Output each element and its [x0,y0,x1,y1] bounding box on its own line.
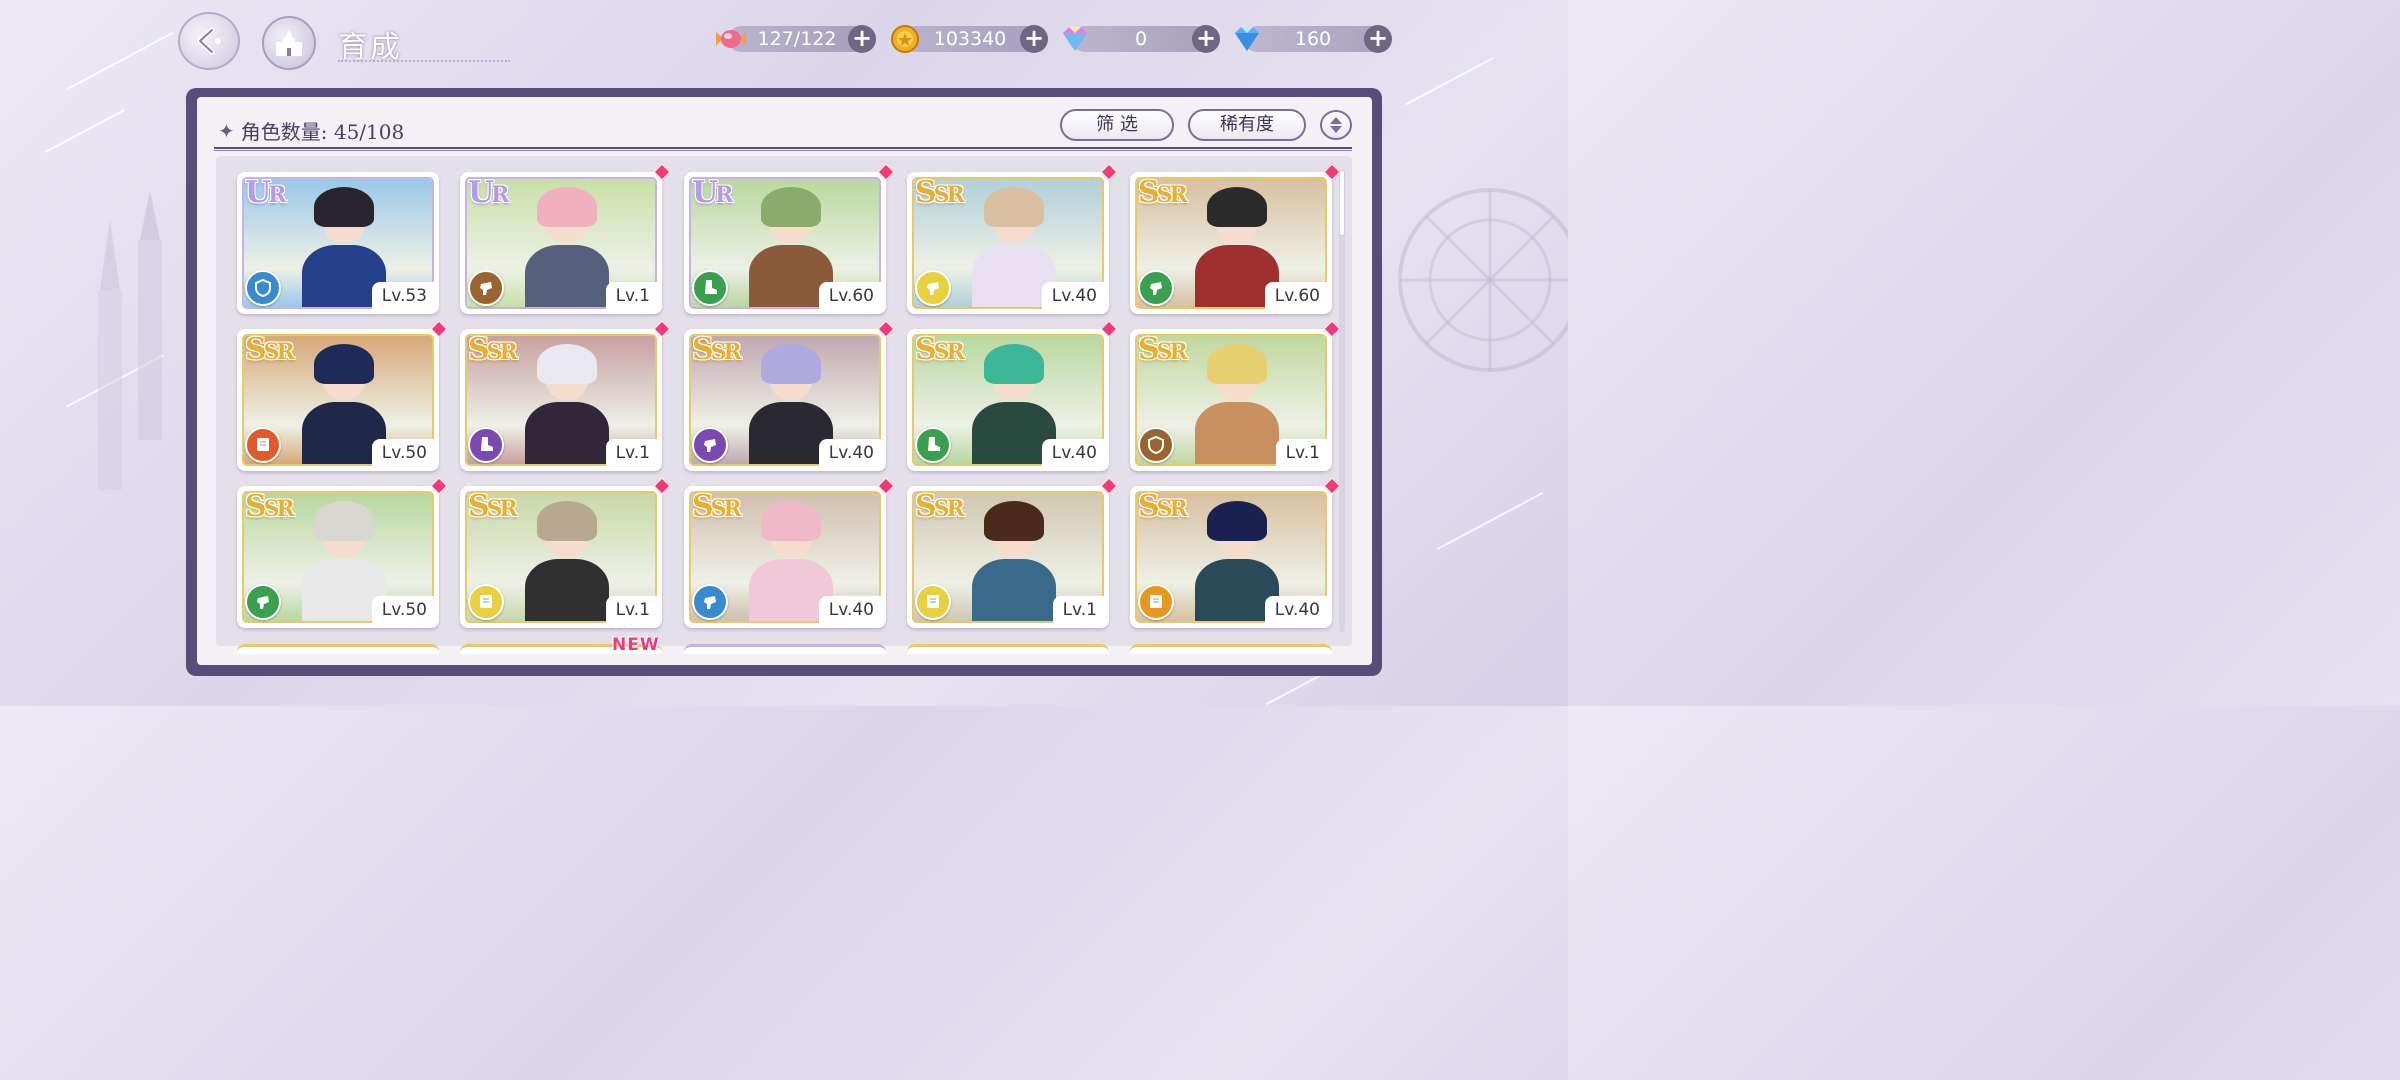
rarity-badge: SSR [915,175,965,210]
rarity-badge: SSR [245,489,295,524]
partial-card[interactable] [907,644,1109,654]
character-card[interactable]: UR Lv.60 [684,163,895,314]
fist-icon [692,427,728,463]
castle-icon [276,30,302,56]
sort-order-button[interactable] [1320,110,1352,140]
fist-icon [245,584,281,620]
new-badge: NEW [612,635,660,655]
scrollbar[interactable] [1339,170,1345,632]
rarity-badge: SSR [245,332,295,367]
level-label: Lv.40 [1041,282,1105,310]
level-label: Lv.40 [1041,439,1105,467]
shield-icon [1138,427,1174,463]
gold-coin-icon [888,22,922,56]
boot-icon [468,427,504,463]
character-card[interactable]: UR Lv.1 [460,163,671,314]
character-card[interactable]: SSR Lv.40 [907,163,1118,314]
level-label: Lv.50 [371,439,435,467]
level-label: Lv.1 [1275,439,1328,467]
character-card[interactable]: SSR Lv.60 [1130,163,1341,314]
character-card[interactable]: SSR Lv.40 [1130,477,1341,628]
level-label: Lv.1 [605,282,658,310]
rarity-badge: SSR [915,332,965,367]
rarity-badge: UR [692,175,734,210]
level-label: Lv.40 [1264,596,1328,624]
add-diamond-button[interactable]: + [1364,25,1392,53]
level-label: Lv.50 [371,596,435,624]
book-icon [245,427,281,463]
rarity-badge: SSR [468,332,518,367]
book-icon [468,584,504,620]
fist-icon [1138,270,1174,306]
currency-diamond: 160 + [1235,25,1392,53]
character-card[interactable]: SSR Lv.40 [907,320,1118,471]
level-label: Lv.40 [818,439,882,467]
add-gold-button[interactable]: + [1020,25,1048,53]
rarity-badge: SSR [692,332,742,367]
level-label: Lv.40 [818,596,882,624]
home-button[interactable] [262,16,316,70]
rarity-sort-button[interactable]: 稀有度 [1188,109,1306,141]
shield-icon [245,270,281,306]
currency-rainbow-gem: 0 + [1063,25,1220,53]
fist-icon [915,270,951,306]
level-label: Lv.1 [605,439,658,467]
character-card[interactable]: SSR Lv.1 [1130,320,1341,471]
boot-icon [915,427,951,463]
character-card[interactable]: SSR Lv.40 [684,477,895,628]
add-rainbow-gem-button[interactable]: + [1192,25,1220,53]
character-card[interactable]: SSR Lv.40 [684,320,895,471]
rarity-badge: SSR [692,489,742,524]
character-card[interactable]: UR Lv.53 [237,172,439,314]
character-card[interactable]: SSR Lv.50 [237,320,448,471]
partial-card[interactable] [1130,644,1332,654]
diamond-icon [1230,22,1264,56]
rarity-badge: SSR [1138,175,1188,210]
candy-icon [714,22,748,56]
currency-candy: 127/122 + [716,25,876,53]
character-card[interactable]: SSR Lv.1 [460,320,671,471]
filter-button[interactable]: 筛 选 [1060,109,1174,141]
character-count: ✦ 角色数量: 45/108 [218,116,404,145]
boot-icon [692,270,728,306]
back-button[interactable] [178,12,240,70]
character-count-text: 角色数量: 45/108 [240,120,405,144]
rarity-badge: SSR [1138,489,1188,524]
back-arrow-icon [197,27,221,55]
partial-card[interactable] [684,644,886,654]
sparkle-icon: ✦ [218,118,235,143]
level-label: Lv.60 [1264,282,1328,310]
level-label: Lv.1 [1052,596,1105,624]
sort-up-icon [1330,117,1342,124]
fist-icon [468,270,504,306]
rarity-badge: SSR [1138,332,1188,367]
rainbow-gem-icon [1058,22,1092,56]
page-title: 育成 [338,30,402,65]
level-label: Lv.60 [818,282,882,310]
character-card[interactable]: SSR Lv.1 [460,477,671,628]
level-label: Lv.1 [605,596,658,624]
book-icon [915,584,951,620]
rarity-badge: SSR [915,489,965,524]
add-candy-button[interactable]: + [848,25,876,53]
scrollbar-thumb[interactable] [1339,170,1345,236]
sort-down-icon [1330,126,1342,133]
book-icon [1138,584,1174,620]
level-label: Lv.53 [371,282,435,310]
currency-gold: 103340 + [891,25,1048,53]
character-card[interactable]: SSR Lv.1 [907,477,1118,628]
rarity-badge: UR [468,175,510,210]
character-card[interactable]: SSR Lv.50 [237,477,448,628]
partial-card[interactable] [237,644,439,654]
rarity-badge: UR [245,175,287,210]
header-divider [214,147,1352,151]
rarity-badge: SSR [468,489,518,524]
fist-icon [692,584,728,620]
